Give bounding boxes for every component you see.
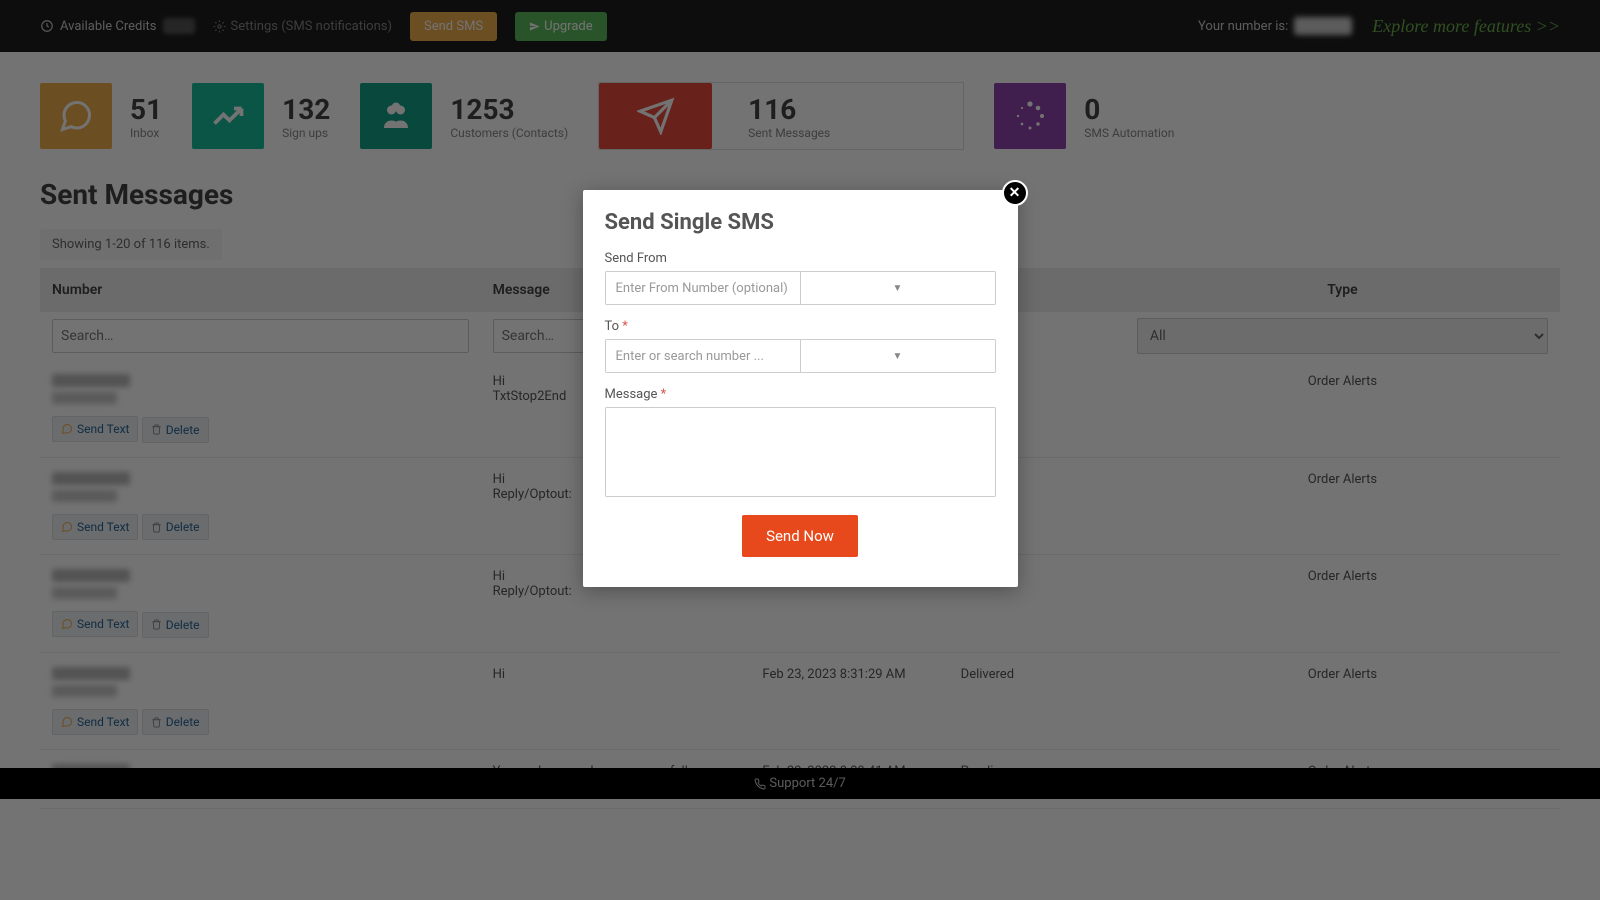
modal-overlay[interactable]: ✕ Send Single SMS Send From Enter From N… [0,0,1600,900]
message-label: Message * [605,387,996,402]
send-now-button[interactable]: Send Now [742,515,858,557]
send-from-placeholder: Enter From Number (optional) [606,281,800,296]
to-select[interactable]: Enter or search number ... ▼ [605,339,996,373]
chevron-down-icon: ▼ [800,340,995,372]
message-textarea[interactable] [605,407,996,497]
close-icon[interactable]: ✕ [1002,180,1028,206]
modal-title: Send Single SMS [605,210,996,235]
send-sms-modal: ✕ Send Single SMS Send From Enter From N… [583,190,1018,587]
send-from-select[interactable]: Enter From Number (optional) ▼ [605,271,996,305]
chevron-down-icon: ▼ [800,272,995,304]
to-label: To * [605,319,996,334]
send-from-label: Send From [605,251,996,266]
to-placeholder: Enter or search number ... [606,349,800,364]
